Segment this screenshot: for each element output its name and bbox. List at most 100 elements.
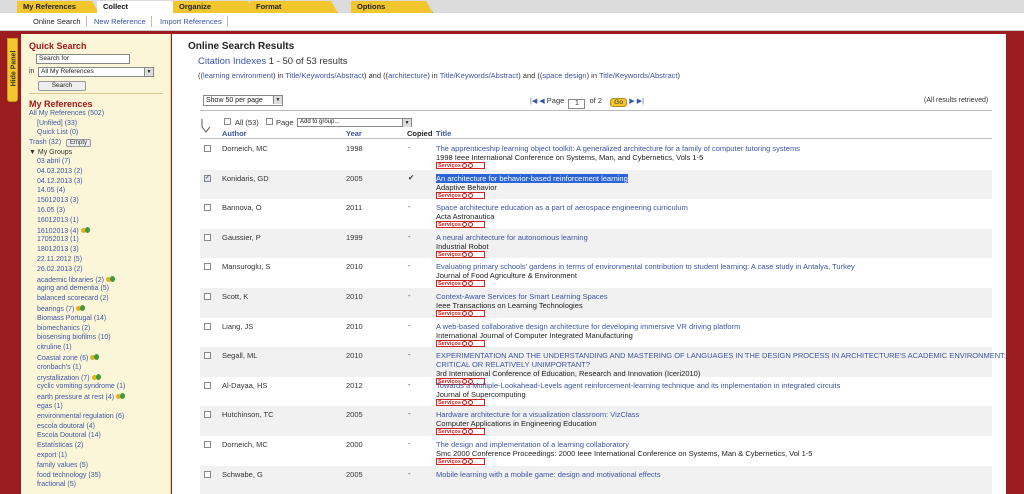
sidebar-group-item[interactable]: 26.02.2013 (2) xyxy=(37,266,83,273)
services-button[interactable]: Serviços xyxy=(436,221,485,229)
row-title-link[interactable]: Hardware architecture for a visualizatio… xyxy=(436,410,639,419)
row-title-link[interactable]: The apprenticeship learning object toolk… xyxy=(436,144,800,153)
sidebar-group-item[interactable]: 22.11.2012 (5) xyxy=(37,256,82,263)
sidebar-group-item[interactable]: environmental regulation (6) xyxy=(37,413,124,420)
sidebar-group-item[interactable]: balanced scorecard (2) xyxy=(37,295,109,302)
page-number-input[interactable]: 1 xyxy=(568,99,586,109)
sidebar-group-item[interactable]: Coastal zone (6) xyxy=(37,354,100,362)
row-checkbox[interactable] xyxy=(204,352,211,360)
tab-options[interactable]: Options xyxy=(351,1,433,13)
sidebar-group-item[interactable]: 03 abril (7) xyxy=(37,158,70,165)
row-checkbox[interactable] xyxy=(204,381,211,389)
sidebar-group-item[interactable]: 14.05 (4) xyxy=(37,187,65,194)
source-link[interactable]: Citation Indexes xyxy=(198,56,266,67)
my-groups-toggle[interactable]: ▼ My Groups xyxy=(29,149,72,156)
row-title-link[interactable]: Towards a Multiple-Lookahead-Levels agen… xyxy=(436,381,840,390)
row-title-link[interactable]: Context-Aware Services for Smart Learnin… xyxy=(436,292,608,301)
sidebar-group-item[interactable]: bearings (7) xyxy=(37,305,86,313)
sidebar-group-item[interactable]: 15012013 (3) xyxy=(37,197,79,204)
sidebar-item-quick-list[interactable]: Quick List (0) xyxy=(37,129,78,136)
row-checkbox[interactable] xyxy=(204,411,211,419)
sidebar-group-item[interactable]: crystallization (7) xyxy=(37,373,101,382)
subnav-import-references[interactable]: Import References xyxy=(160,17,222,26)
sidebar-group-item[interactable]: egas (1) xyxy=(37,403,63,410)
sidebar-group-item[interactable]: export (1) xyxy=(37,452,67,459)
search-scope-select[interactable]: All My References ▼ xyxy=(38,67,154,77)
tab-collect[interactable]: Collect xyxy=(97,1,179,13)
tab-organize[interactable]: Organize xyxy=(173,1,255,13)
column-year[interactable]: Year xyxy=(346,129,362,138)
go-button[interactable]: Go xyxy=(610,98,628,107)
sidebar-item-trash[interactable]: Trash (32) xyxy=(29,139,61,146)
row-title-link[interactable]: EXPERIMENTATION AND THE UNDERSTANDING AN… xyxy=(436,351,1006,369)
row-checkbox[interactable] xyxy=(204,204,211,212)
row-title-link[interactable]: A web-based collaborative design archite… xyxy=(436,322,740,331)
sidebar-group-item[interactable]: 04.12.2013 (3) xyxy=(37,178,83,185)
next-page-icon[interactable]: ▶ xyxy=(629,97,634,105)
per-page-select[interactable]: Show 50 per page ▼ xyxy=(203,95,283,106)
sidebar-group-item[interactable]: Escola Doutoral (14) xyxy=(37,432,101,439)
row-title-link[interactable]: An architecture for behavior-based reinf… xyxy=(436,173,628,183)
sidebar-item-all-references[interactable]: All My References (502) xyxy=(29,110,104,117)
services-button[interactable]: Serviços xyxy=(436,280,485,288)
services-button[interactable]: Serviços xyxy=(436,191,485,199)
row-checkbox[interactable] xyxy=(204,145,211,152)
row-title-link[interactable]: Evaluating primary schools' gardens in t… xyxy=(436,262,855,271)
sidebar-group-item[interactable]: biomechanics (2) xyxy=(37,325,90,332)
sidebar-group-item[interactable]: 16102013 (4) xyxy=(37,226,90,235)
sidebar-group-item[interactable]: Estatísticas (2) xyxy=(37,442,83,449)
sidebar-group-item[interactable]: 04.03.2013 (2) xyxy=(37,168,83,175)
sidebar-group-item[interactable]: family values (5) xyxy=(37,462,88,469)
sidebar-group-item[interactable]: fractional (5) xyxy=(37,481,76,488)
row-checkbox[interactable] xyxy=(204,263,211,271)
services-button[interactable]: Serviços xyxy=(436,250,485,258)
add-to-group-select[interactable]: Add to group... ▼ xyxy=(297,118,412,127)
tab-my-references[interactable]: My References xyxy=(17,1,99,13)
row-title-link[interactable]: Space architecture education as a part o… xyxy=(436,203,688,212)
row-title-link[interactable]: Mobile learning with a mobile game: desi… xyxy=(436,470,661,479)
sidebar-group-item[interactable]: biosensing biofilms (10) xyxy=(37,334,111,341)
select-all-checkbox[interactable] xyxy=(224,118,231,125)
row-title-link[interactable]: A neural architecture for autonomous lea… xyxy=(436,233,588,242)
row-checkbox[interactable] xyxy=(204,470,211,478)
sidebar-group-item[interactable]: 16.05 (3) xyxy=(37,207,65,214)
sidebar-group-item[interactable]: 16012013 (1) xyxy=(37,217,79,224)
subnav-new-reference[interactable]: New Reference xyxy=(94,17,146,26)
column-title[interactable]: Title xyxy=(436,129,451,138)
search-input[interactable]: Search for xyxy=(36,54,130,64)
sidebar-group-item[interactable]: earth pressure at rest (4) xyxy=(37,393,126,401)
row-title-link[interactable]: The design and implementation of a learn… xyxy=(436,440,629,449)
row-checkbox[interactable] xyxy=(204,441,211,448)
sidebar-group-item[interactable]: cronbach's (1) xyxy=(37,364,81,371)
empty-trash-button[interactable]: Empty xyxy=(66,139,92,147)
sidebar-item-unfiled[interactable]: [Unfiled] (33) xyxy=(37,120,77,127)
sidebar-group-item[interactable]: academic libraries (2) xyxy=(37,275,115,284)
sidebar-group-item[interactable]: 17052013 (1) xyxy=(37,236,79,243)
tab-format[interactable]: Format xyxy=(250,1,338,13)
row-checkbox[interactable] xyxy=(204,322,211,330)
services-button[interactable]: Serviços xyxy=(436,339,485,347)
prev-page-icon[interactable]: ◀ xyxy=(539,97,544,105)
sidebar-group-item[interactable]: Biomass Portugal (14) xyxy=(37,315,106,322)
search-button[interactable]: Search xyxy=(38,81,86,91)
subnav-online-search[interactable]: Online Search xyxy=(33,17,81,26)
row-checkbox[interactable] xyxy=(204,233,211,241)
services-button[interactable]: Serviços xyxy=(436,458,485,465)
last-page-icon[interactable]: ▶| xyxy=(637,97,644,105)
hide-panel-toggle[interactable]: Hide Panel xyxy=(7,38,18,102)
services-button[interactable]: Serviços xyxy=(436,162,485,169)
column-author[interactable]: Author xyxy=(222,129,247,138)
select-page-checkbox[interactable] xyxy=(266,118,273,125)
sidebar-group-item[interactable]: escola doutoral (4) xyxy=(37,423,95,430)
sidebar-group-item[interactable]: cyclic vomiting syndrome (1) xyxy=(37,383,125,390)
row-checkbox[interactable] xyxy=(204,293,211,300)
services-button[interactable]: Serviços xyxy=(436,398,485,406)
services-button[interactable]: Serviços xyxy=(436,310,485,317)
sidebar-group-item[interactable]: food technology (35) xyxy=(37,472,101,479)
first-page-icon[interactable]: |◀ xyxy=(530,97,537,105)
sidebar-group-item[interactable]: 18012013 (3) xyxy=(37,246,79,253)
services-button[interactable]: Serviços xyxy=(436,428,485,436)
sidebar-group-item[interactable]: citruline (1) xyxy=(37,344,72,351)
sidebar-group-item[interactable]: aging and dementia (5) xyxy=(37,285,109,292)
row-checkbox[interactable]: ✓ xyxy=(204,174,211,182)
